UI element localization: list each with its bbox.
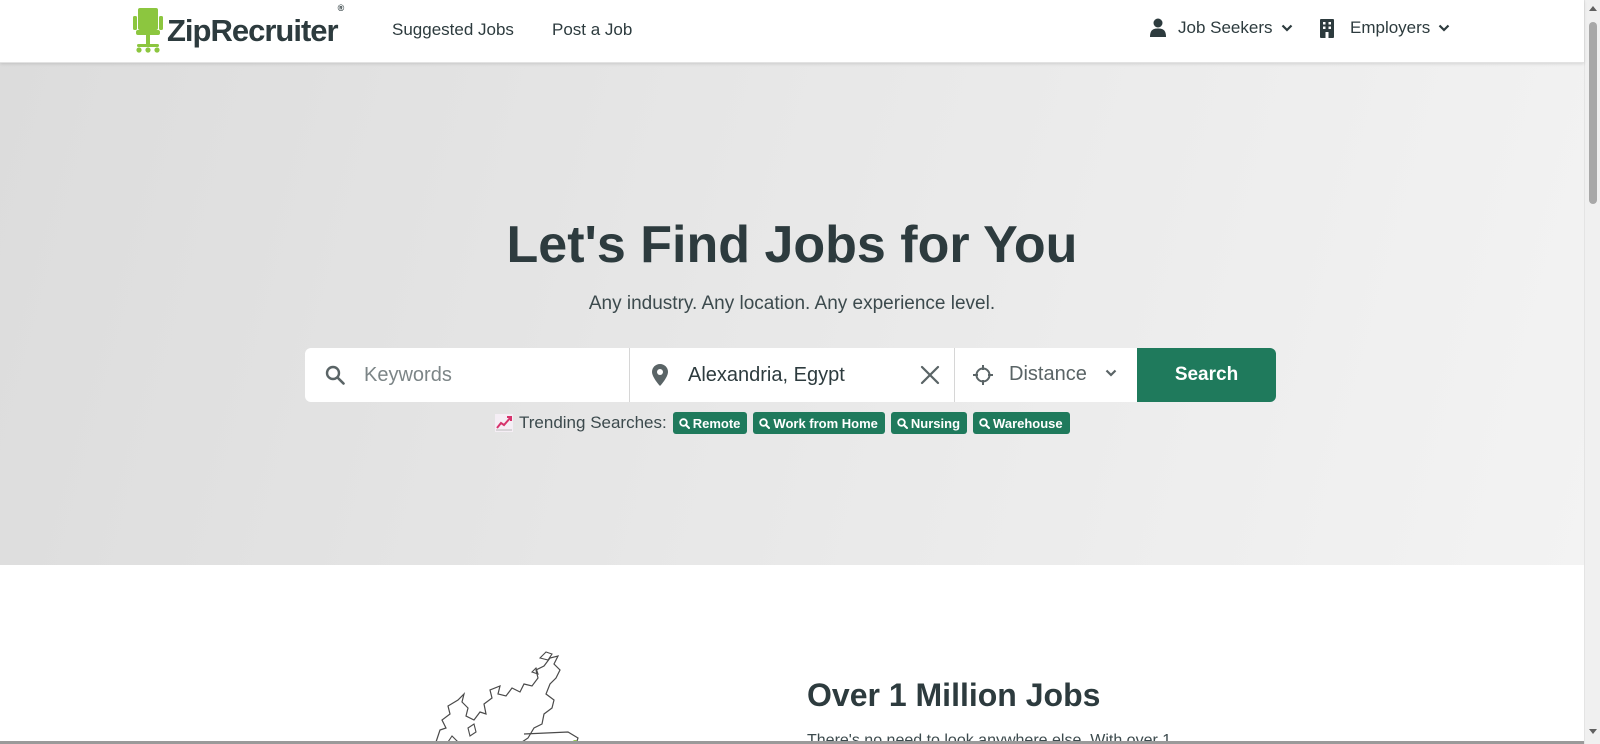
search-icon [979, 417, 991, 429]
trending-searches: Trending Searches: Remote Work from Home… [495, 411, 1076, 435]
trending-pill-work-from-home[interactable]: Work from Home [753, 412, 885, 434]
scroll-down-arrow-icon[interactable] [1588, 726, 1598, 736]
trending-chart-icon [495, 414, 513, 432]
jobs-promo-section: Over 1 Million Jobs There's no need to l… [0, 565, 1584, 744]
search-icon [325, 365, 345, 385]
trending-pill-nursing[interactable]: Nursing [890, 412, 968, 434]
trending-label: Trending Searches: [519, 413, 667, 432]
job-search-form: Distance Search [305, 348, 1276, 402]
distance-select[interactable]: Distance [955, 348, 1137, 402]
location-input[interactable] [688, 361, 908, 389]
hero-subtitle: Any industry. Any location. Any experien… [588, 293, 996, 314]
location-field[interactable] [630, 348, 955, 402]
nav-job-seekers-label: Job Seekers [1178, 18, 1273, 37]
trending-pill-warehouse[interactable]: Warehouse [973, 412, 1070, 434]
building-icon [1320, 18, 1334, 38]
logo-text: ZipRecruiter® [167, 3, 344, 48]
section-title: Over 1 Million Jobs [807, 677, 1101, 713]
map-outline-illustration [435, 651, 579, 744]
search-icon [679, 417, 690, 429]
hero-title: Let's Find Jobs for You [506, 216, 1078, 274]
crosshair-icon [973, 365, 993, 385]
chevron-down-icon [1105, 369, 1117, 377]
distance-label: Distance [1009, 363, 1087, 385]
search-icon [759, 417, 771, 429]
chevron-down-icon [1281, 24, 1292, 32]
close-icon[interactable] [918, 363, 942, 387]
nav-suggested-jobs[interactable]: Suggested Jobs [392, 20, 514, 40]
keywords-field[interactable] [305, 348, 630, 402]
keywords-input[interactable] [364, 361, 614, 389]
search-button[interactable]: Search [1137, 348, 1276, 402]
nav-post-a-job[interactable]: Post a Job [552, 20, 632, 40]
chair-logo-icon [133, 8, 163, 53]
scrollbar-thumb[interactable] [1589, 22, 1597, 204]
search-icon [897, 417, 908, 429]
site-header: ZipRecruiter® Suggested Jobs Post a Job … [0, 0, 1584, 63]
nav-job-seekers-dropdown[interactable]: Job Seekers [1150, 18, 1293, 38]
trending-pill-remote[interactable]: Remote [672, 412, 748, 434]
hero-section: Let's Find Jobs for You Any industry. An… [0, 63, 1584, 565]
map-pin-icon [652, 364, 668, 386]
ziprecruiter-logo[interactable]: ZipRecruiter® [133, 3, 344, 54]
chevron-down-icon [1439, 24, 1450, 32]
scroll-up-arrow-icon[interactable] [1588, 4, 1598, 14]
nav-employers-label: Employers [1350, 18, 1431, 37]
page-scrollbar[interactable] [1584, 0, 1600, 744]
nav-employers-dropdown[interactable]: Employers [1320, 18, 1450, 38]
person-icon [1150, 18, 1166, 37]
